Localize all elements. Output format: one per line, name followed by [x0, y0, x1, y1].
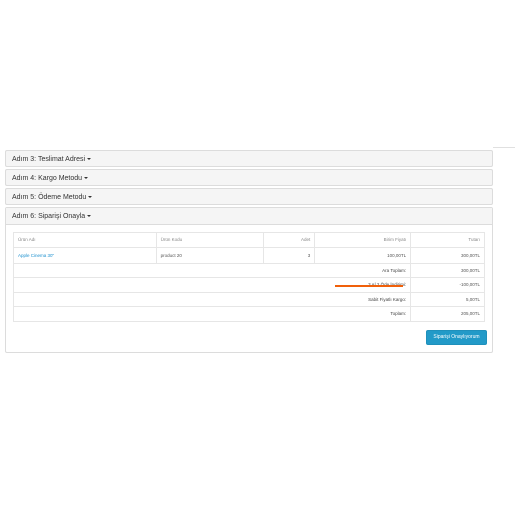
caret-down-icon	[88, 196, 93, 199]
step4-title: Adım 4: Kargo Metodu	[12, 175, 83, 182]
header-total: Tutarı	[410, 232, 485, 248]
header-name: Ürün Adı	[13, 232, 157, 248]
subtotal-label: Ara Toplam:	[12, 262, 412, 278]
subtotal-value: 300,00TL	[410, 262, 485, 278]
product-total: 300,00TL	[410, 246, 485, 264]
discount-highlight-underline	[335, 285, 403, 287]
subtotal-row: Ara Toplam: 300,00TL	[12, 262, 485, 278]
total-label: Toplam:	[12, 306, 412, 322]
confirm-order-button[interactable]: Siparişi Onaylıyorum	[426, 330, 487, 345]
shipping-label: Sabit Fiyatlı Kargo:	[12, 291, 412, 307]
shipping-row: Sabit Fiyatlı Kargo: 5,00TL	[12, 291, 485, 307]
table-row: Apple Cinema 30" product 20 3 100,00TL 3…	[13, 246, 485, 264]
product-unit-price: 100,00TL	[314, 246, 412, 264]
step6-panel: Adım 6: Siparişi Onayla Ürün Adı Ürün Ko…	[5, 207, 493, 353]
discount-value: -100,00TL	[410, 277, 485, 293]
product-cell: Apple Cinema 30"	[13, 246, 157, 264]
header-code: Ürün Kodu	[155, 232, 265, 248]
step5-title: Adım 5: Ödeme Metodu	[12, 194, 87, 201]
top-right-divider	[493, 147, 515, 148]
product-link[interactable]: Apple Cinema 30"	[18, 253, 54, 258]
step5-heading[interactable]: Adım 5: Ödeme Metodu	[6, 189, 492, 206]
caret-down-icon	[84, 177, 89, 180]
product-code: product 20	[155, 246, 265, 264]
product-qty: 3	[263, 246, 316, 264]
total-value: 205,00TL	[410, 306, 485, 322]
header-unit-price: Birim Fiyatı	[314, 232, 412, 248]
caret-down-icon	[87, 215, 92, 218]
step6-heading[interactable]: Adım 6: Siparişi Onayla	[6, 208, 492, 225]
caret-down-icon	[87, 158, 92, 161]
step3-panel[interactable]: Adım 3: Teslimat Adresi	[5, 150, 493, 167]
step3-heading[interactable]: Adım 3: Teslimat Adresi	[6, 151, 492, 168]
step4-heading[interactable]: Adım 4: Kargo Metodu	[6, 170, 492, 187]
discount-row: 3 Al 2 Öde İndirimi: -100,00TL	[12, 277, 485, 293]
step4-panel[interactable]: Adım 4: Kargo Metodu	[5, 169, 493, 186]
header-qty: Adet	[263, 232, 316, 248]
table-header-row: Ürün Adı Ürün Kodu Adet Birim Fiyatı Tut…	[13, 232, 485, 248]
order-table: Ürün Adı Ürün Kodu Adet Birim Fiyatı Tut…	[12, 232, 485, 322]
total-row: Toplam: 205,00TL	[12, 306, 485, 322]
shipping-value: 5,00TL	[410, 291, 485, 307]
step5-panel[interactable]: Adım 5: Ödeme Metodu	[5, 188, 493, 205]
step3-title: Adım 3: Teslimat Adresi	[12, 156, 86, 163]
step6-title: Adım 6: Siparişi Onayla	[12, 213, 86, 220]
